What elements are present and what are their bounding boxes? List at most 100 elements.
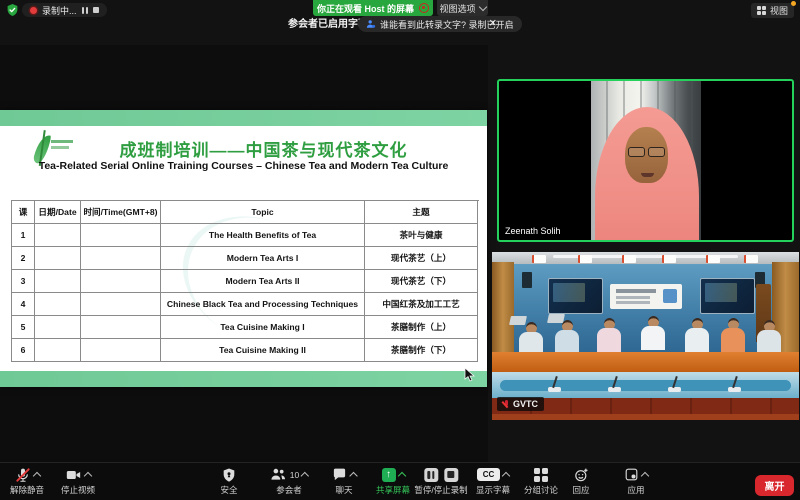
slide-title-en: Tea-Related Serial Online Training Cours… — [38, 160, 449, 172]
pause-stop-recording-button[interactable]: 暂停/停止录制 — [414, 466, 468, 496]
chevron-up-icon[interactable] — [32, 471, 41, 480]
table-header-row: 课 日期/Date 时间/Time(GMT+8) Topic 主题 — [12, 201, 479, 224]
meeting-toolbar: 解除静音 停止视频 安全 10 参会者 聊天 ↑ 共享屏幕 暂停/停止录制 CC… — [0, 462, 800, 500]
chevron-up-icon[interactable] — [83, 471, 93, 480]
view-options-dropdown[interactable]: 视图选项 — [437, 0, 488, 16]
muted-mic-icon — [503, 399, 510, 409]
cell-no: 3 — [12, 270, 35, 293]
cell-no: 4 — [12, 293, 35, 316]
cell-theme: 现代茶艺（下） — [365, 270, 478, 293]
room-participant — [509, 316, 544, 356]
glasses — [627, 147, 665, 157]
view-button[interactable]: 视图 — [751, 1, 797, 18]
leave-meeting-button[interactable]: 离开 — [755, 475, 794, 496]
table-row: 6 Tea Cuisine Making II 茶膳制作（下） — [12, 339, 479, 362]
room-participant — [756, 320, 782, 354]
header-cell: 日期/Date — [35, 201, 81, 224]
chevron-up-icon[interactable] — [640, 471, 650, 480]
shared-screen-area: 成班制培训——中国茶与现代茶文化 Tea-Related Serial Onli… — [0, 45, 488, 462]
cell-theme: 茶膳制作（上） — [365, 316, 478, 339]
chevron-down-icon — [478, 2, 487, 12]
cell-time — [81, 224, 161, 247]
room-participant — [720, 318, 746, 352]
cell-time — [81, 270, 161, 293]
cell-no: 1 — [12, 224, 35, 247]
stop-video-button[interactable]: 停止视频 — [61, 466, 95, 496]
slide-bottom-bar — [0, 371, 487, 387]
recording-label: 录制中... — [42, 5, 77, 16]
cell-topic: Chinese Black Tea and Processing Techniq… — [161, 293, 365, 316]
table-row: 5 Tea Cuisine Making I 茶膳制作（上） — [12, 316, 479, 339]
cell-date — [35, 224, 81, 247]
participants-icon — [271, 468, 286, 480]
view-grid-icon — [757, 6, 766, 15]
share-screen-button[interactable]: ↑ 共享屏幕 — [376, 466, 410, 496]
table-row: 2 Modern Tea Arts I 现代茶艺（上） — [12, 247, 479, 270]
person-icon — [366, 20, 376, 28]
banner-text: 你正在观看 Host 的屏幕 — [316, 3, 414, 14]
apps-label: 应用 — [627, 485, 645, 495]
presentation-slide: 成班制培训——中国茶与现代茶文化 Tea-Related Serial Onli… — [0, 110, 487, 387]
participants-count: 10 — [289, 469, 300, 480]
breakout-rooms-label: 分组讨论 — [523, 485, 559, 495]
close-notice-button[interactable]: × — [489, 14, 497, 32]
apps-icon — [625, 468, 638, 481]
share-screen-label: 共享屏幕 — [375, 485, 411, 495]
room-name-label: GVTC — [497, 397, 545, 411]
cell-topic: Tea Cuisine Making II — [161, 339, 365, 362]
cell-no: 2 — [12, 247, 35, 270]
pause-recording-icon[interactable] — [424, 467, 438, 482]
chat-button[interactable]: 聊天 — [332, 466, 358, 496]
stop-recording-icon[interactable] — [444, 467, 458, 482]
header-cell: Topic — [161, 201, 365, 224]
video-tile-room[interactable]: GVTC — [492, 252, 799, 420]
table-row: 1 The Health Benefits of Tea 茶叶与健康 — [12, 224, 479, 247]
reactions-label: 回应 — [572, 485, 590, 495]
breakout-rooms-icon — [533, 467, 548, 482]
cell-topic: Modern Tea Arts I — [161, 247, 365, 270]
unmute-button[interactable]: 解除静音 — [10, 466, 44, 496]
room-banner — [610, 284, 682, 309]
encryption-shield-icon — [7, 4, 18, 16]
cell-date — [35, 339, 81, 362]
table-row: 3 Modern Tea Arts II 现代茶艺（下） — [12, 270, 479, 293]
cell-theme: 茶叶与健康 — [365, 224, 478, 247]
participants-button[interactable]: 10 参会者 — [270, 466, 310, 496]
cell-theme: 茶膳制作（下） — [365, 339, 478, 362]
viewing-host-screen-banner: 你正在观看 Host 的屏幕 — [313, 0, 433, 16]
recording-indicator[interactable]: 录制中... — [22, 3, 107, 17]
video-tile-active-speaker[interactable]: Zeenath Solih — [497, 79, 794, 242]
room-participant — [684, 318, 710, 352]
show-captions-button[interactable]: CC 显示字幕 — [476, 466, 511, 496]
notification-dot — [791, 1, 797, 6]
room-counter — [492, 352, 799, 372]
chevron-up-icon[interactable] — [349, 471, 358, 480]
cell-time — [81, 247, 161, 270]
cell-topic: The Health Benefits of Tea — [161, 224, 365, 247]
share-screen-icon: ↑ — [381, 467, 396, 482]
cc-icon: CC — [476, 468, 500, 481]
view-label: 视图 — [770, 6, 789, 16]
security-label: 安全 — [220, 485, 238, 495]
cell-time — [81, 316, 161, 339]
breakout-rooms-button[interactable]: 分组讨论 — [524, 466, 558, 496]
participants-label: 参会者 — [276, 485, 302, 495]
chevron-up-icon[interactable] — [397, 471, 406, 480]
reactions-smiley-icon — [574, 468, 587, 481]
chevron-up-icon[interactable] — [300, 471, 310, 480]
chevron-up-icon[interactable] — [501, 471, 511, 480]
wall-screen — [700, 278, 755, 314]
stop-recording-icon[interactable] — [92, 7, 99, 13]
wall-screen — [548, 278, 603, 314]
room-participant — [547, 314, 580, 354]
cell-theme: 现代茶艺（上） — [365, 247, 478, 270]
chat-label: 聊天 — [335, 485, 353, 495]
pause-recording-icon[interactable] — [81, 6, 88, 14]
transcript-visibility-pill[interactable]: 谁能看到此转录文字? 录制已开启 — [358, 16, 522, 32]
slide-title-cn: 成班制培训——中国茶与现代茶文化 — [119, 141, 408, 160]
banner-recording-icon — [419, 3, 429, 13]
reactions-button[interactable]: 回应 — [572, 466, 590, 496]
apps-button[interactable]: 应用 — [624, 466, 650, 496]
security-button[interactable]: 安全 — [220, 466, 238, 496]
cell-date — [35, 270, 81, 293]
